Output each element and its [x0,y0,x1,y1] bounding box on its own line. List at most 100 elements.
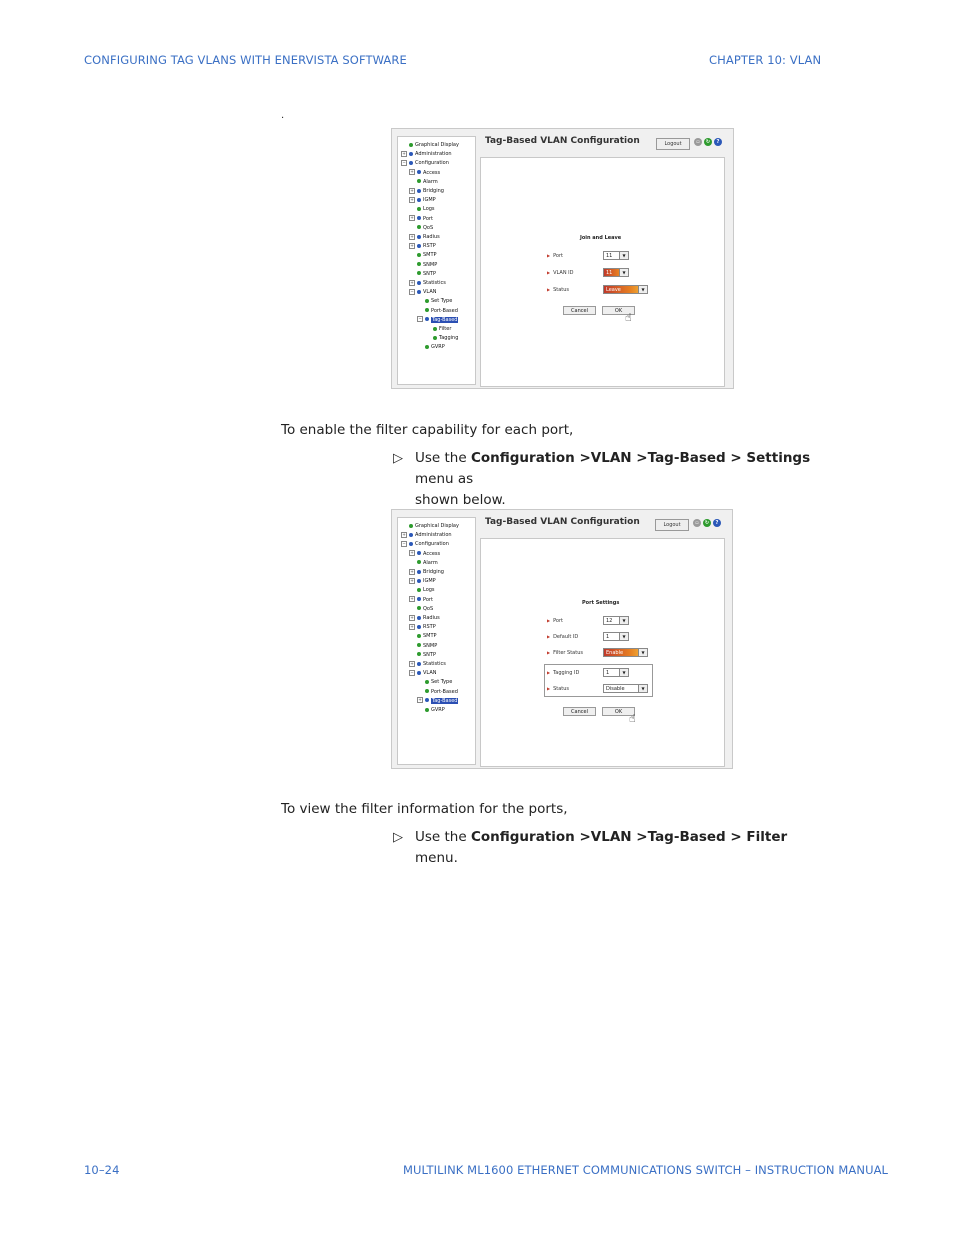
help-icon[interactable]: ? [713,519,721,527]
expand-icon[interactable]: + [409,550,415,557]
tree-item[interactable]: + Tag-Based [417,697,459,705]
tree-item[interactable]: SNMP [409,261,437,269]
tree-item[interactable]: Graphical Display [401,141,459,149]
tree-item[interactable]: SNMP [409,642,437,650]
field-select[interactable]: Disable ▼ [603,684,648,693]
tree-item[interactable]: Port-Based [417,688,458,696]
field-select[interactable]: 1 ▼ [603,668,629,677]
field-select[interactable]: Leave ▼ [603,285,648,294]
tree-item[interactable]: Set Type [417,297,452,305]
tree-item[interactable]: QoS [409,605,433,613]
tree-item[interactable]: − VLAN [409,669,436,677]
tree-item[interactable]: + Administration [401,150,452,158]
logout-button[interactable]: Logout [655,519,689,531]
dropdown-arrow-icon[interactable]: ▼ [619,669,628,676]
tree-item[interactable]: + Access [409,550,440,558]
tree-item[interactable]: QoS [409,224,433,232]
tree-item[interactable]: + Port [409,215,433,223]
tree-item[interactable]: + IGMP [409,196,436,204]
tree-item[interactable]: + Radius [409,233,440,241]
expand-icon[interactable]: + [409,196,415,203]
tree-item[interactable]: Filter [425,325,451,333]
expand-icon[interactable]: + [409,623,415,630]
tree-item[interactable]: − Configuration [401,540,449,548]
disk-icon[interactable]: ▫ [693,519,701,527]
tree-item[interactable]: + IGMP [409,577,436,585]
expand-icon[interactable]: + [409,596,415,603]
field-select[interactable]: 11 ▼ [603,268,629,277]
collapse-icon[interactable]: − [409,288,415,295]
logout-button[interactable]: Logout [656,138,690,150]
dropdown-arrow-icon[interactable]: ▼ [638,286,647,293]
tree-item[interactable]: SNTP [409,270,436,278]
node-status-icon [417,652,421,657]
tree-item[interactable]: SNTP [409,651,436,659]
disk-icon[interactable]: ▫ [694,138,702,146]
tree-item[interactable]: − Configuration [401,159,449,167]
collapse-icon[interactable]: − [401,540,407,547]
tree-item[interactable]: SMTP [409,251,437,259]
expand-icon[interactable]: + [409,660,415,667]
tree-item[interactable]: Set Type [417,678,452,686]
expand-icon[interactable]: + [409,279,415,286]
tree-item[interactable]: SMTP [409,632,437,640]
dropdown-arrow-icon[interactable]: ▼ [619,633,628,640]
collapse-icon[interactable]: − [401,159,407,166]
tree-item[interactable]: Alarm [409,559,438,567]
collapse-icon[interactable]: − [409,669,415,676]
tree-item-label: Tagging [439,335,459,342]
tree-item[interactable]: − Tag-Based [417,316,459,324]
tree-item[interactable]: Alarm [409,178,438,186]
expand-icon[interactable]: + [409,577,415,584]
refresh-icon[interactable]: ↻ [703,519,711,527]
expand-icon[interactable]: + [409,614,415,621]
tree-item[interactable]: + Statistics [409,279,446,287]
node-status-icon [417,262,421,267]
tree-item[interactable]: GVRP [417,706,445,714]
dropdown-arrow-icon[interactable]: ▼ [619,269,628,276]
tree-item[interactable]: + Administration [401,531,452,539]
tree-item-label: Graphical Display [415,142,459,148]
expand-icon[interactable]: + [409,187,415,194]
cancel-button[interactable]: Cancel [563,707,596,716]
collapse-icon[interactable]: − [417,316,423,323]
tree-item[interactable]: Port-Based [417,307,458,315]
expand-icon[interactable]: + [401,531,407,538]
help-icon[interactable]: ? [714,138,722,146]
expand-icon[interactable]: + [417,697,423,704]
field-select[interactable]: 12 ▼ [603,616,629,625]
tree-item[interactable]: + RSTP [409,242,436,250]
expand-icon[interactable]: + [409,242,415,249]
tree-item[interactable]: + Bridging [409,568,444,576]
dropdown-arrow-icon[interactable]: ▼ [638,685,647,692]
cancel-button[interactable]: Cancel [563,306,596,315]
field-label: ▶ Port [547,618,563,624]
expand-icon[interactable]: + [409,568,415,575]
tree-item[interactable]: + Radius [409,614,440,622]
node-status-icon [417,633,421,638]
tree-item[interactable]: + Access [409,169,440,177]
field-select[interactable]: 11 ▼ [603,251,629,260]
tree-item[interactable]: Logs [409,586,435,594]
field-select[interactable]: Enable ▼ [603,648,648,657]
expand-icon[interactable]: + [409,169,415,176]
tree-item[interactable]: + Port [409,596,433,604]
field-label: ▶ VLAN ID [547,270,574,276]
expand-icon[interactable]: + [409,233,415,240]
tree-item[interactable]: + RSTP [409,623,436,631]
tree-item[interactable]: + Bridging [409,187,444,195]
dropdown-arrow-icon[interactable]: ▼ [619,617,628,624]
tree-item[interactable]: Graphical Display [401,522,459,530]
tree-item[interactable]: − VLAN [409,288,436,296]
tree-item[interactable]: Tagging [425,334,458,342]
expand-icon[interactable]: + [409,215,415,222]
field-select[interactable]: 1 ▼ [603,632,629,641]
dropdown-arrow-icon[interactable]: ▼ [619,252,628,259]
tree-item[interactable]: GVRP [417,343,445,351]
tree-item-label: Graphical Display [415,523,459,529]
expand-icon[interactable]: + [401,150,407,157]
tree-item[interactable]: Logs [409,205,435,213]
refresh-icon[interactable]: ↻ [704,138,712,146]
dropdown-arrow-icon[interactable]: ▼ [638,649,647,656]
tree-item[interactable]: + Statistics [409,660,446,668]
